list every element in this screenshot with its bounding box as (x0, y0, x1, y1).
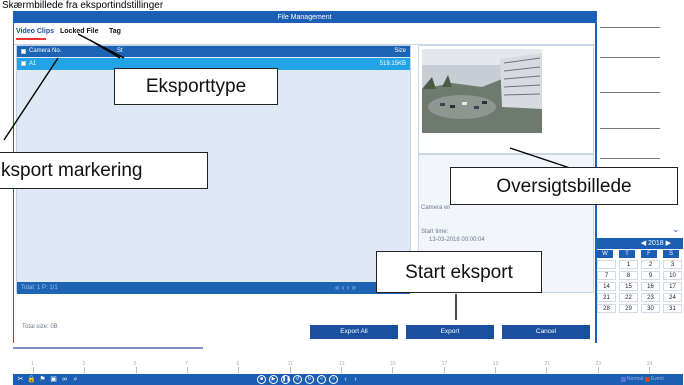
callout-start-export: Start eksport (376, 251, 542, 293)
callout-export-marking: ksport markering (0, 152, 208, 189)
callout-export-type: Eksporttype (114, 68, 278, 105)
callout-overview-image: Oversigtsbillede (450, 167, 678, 205)
screen: Skærmbillede fra eksportindstillinger Fi… (0, 0, 684, 385)
